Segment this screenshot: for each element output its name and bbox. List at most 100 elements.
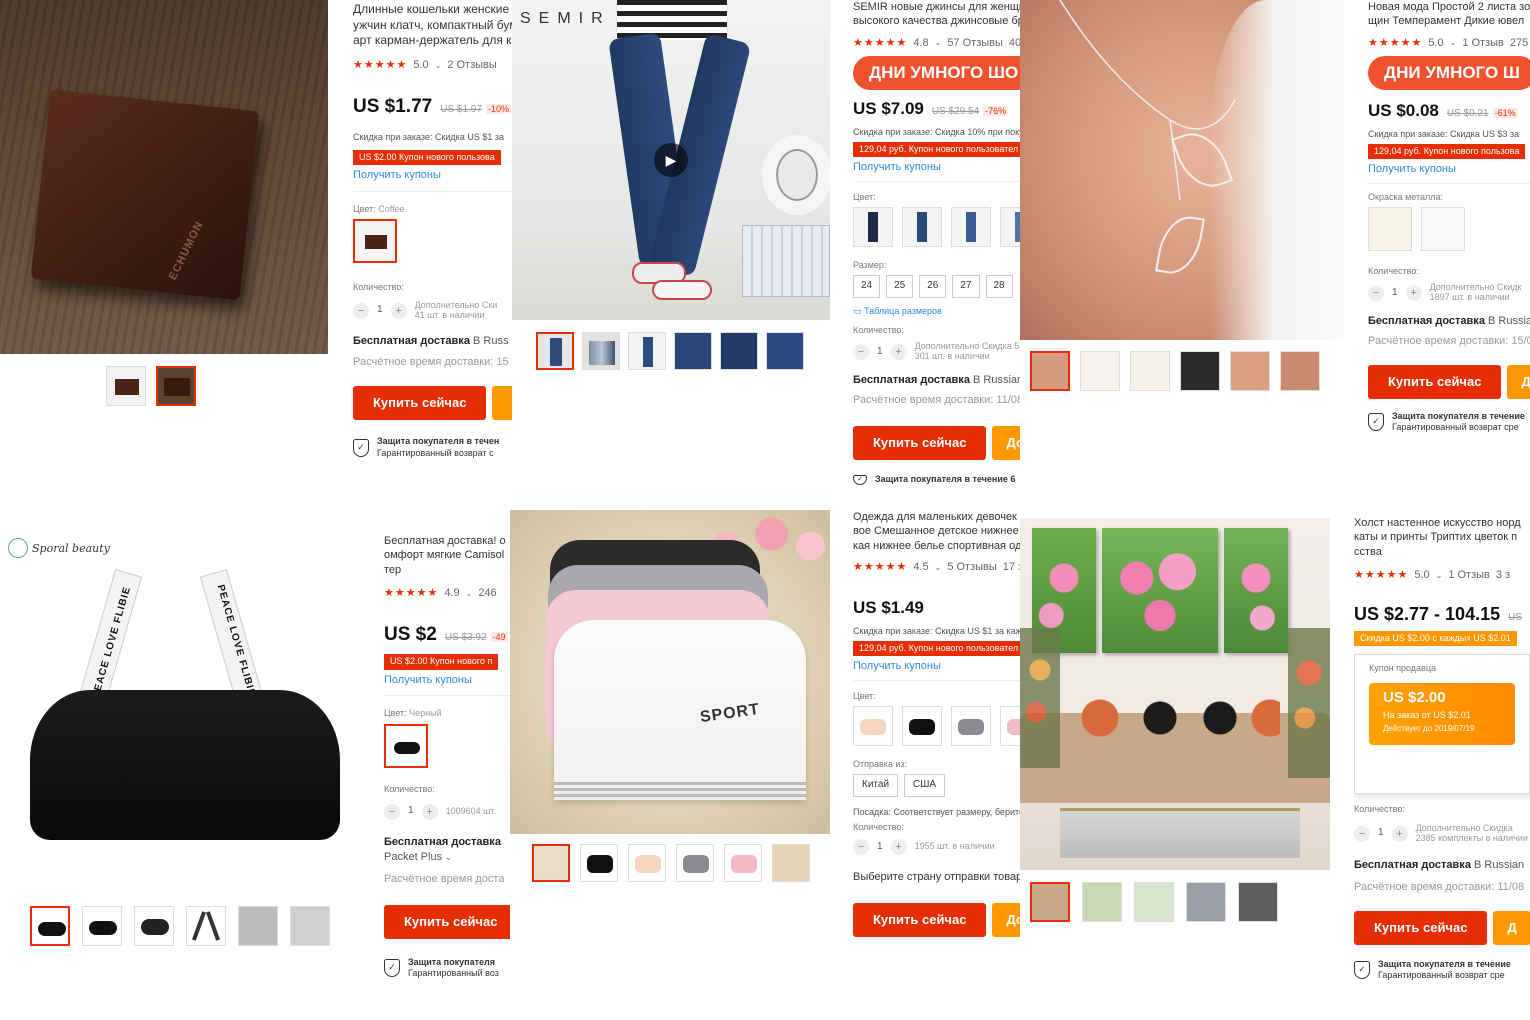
product-image-bra[interactable]: Sporal beauty PEACE LOVE FLIBIE PEACE LO… — [0, 510, 360, 892]
color-swatch-grey[interactable] — [951, 706, 992, 747]
thumbnail-2[interactable] — [580, 844, 618, 882]
chevron-down-icon[interactable]: ⌄ — [1450, 38, 1457, 48]
minus-button[interactable]: − — [853, 839, 869, 856]
reviews-count[interactable]: 1 Отзыв — [1448, 569, 1490, 583]
seller-discount-bar[interactable]: Скидка US $2.00 с каждых US $2.01 — [1354, 631, 1517, 647]
product-title[interactable]: SEMIR новые джинсы для женщин высокого к… — [853, 0, 1020, 29]
chevron-down-icon[interactable]: ⌄ — [935, 563, 942, 573]
play-icon[interactable]: ▶ — [654, 143, 688, 177]
thumbnail-3[interactable] — [628, 844, 666, 882]
seller-coupon-card[interactable]: US $2.00 На заказ от US $2.01 Действует … — [1369, 682, 1515, 745]
product-title[interactable]: Холст настенное искусство норд каты и пр… — [1354, 516, 1530, 559]
thumbnail-1[interactable] — [106, 366, 146, 406]
size-option[interactable]: 25 — [886, 275, 914, 298]
add-to-cart-button[interactable]: Д — [1493, 910, 1530, 946]
buy-now-button[interactable]: Купить сейчас — [853, 425, 987, 460]
color-swatch-3[interactable] — [951, 207, 992, 248]
metal-swatch-gold[interactable] — [1368, 207, 1412, 252]
get-coupons-link[interactable]: Получить купоны — [853, 660, 1020, 674]
new-user-coupon[interactable]: 129,04 руб. Купон нового пользовател — [853, 641, 1020, 657]
thumbnail-4[interactable] — [186, 906, 226, 946]
thumbnail-4[interactable] — [1186, 882, 1226, 922]
buy-now-button[interactable]: Купить сейчас — [853, 903, 987, 938]
quantity-value[interactable]: 1 — [408, 805, 414, 818]
thumbnail-1[interactable] — [532, 844, 570, 882]
color-swatch-2[interactable] — [902, 207, 943, 248]
thumbnail-3[interactable] — [1130, 351, 1170, 391]
reviews-count[interactable]: 2 Отзывы — [447, 59, 496, 73]
thumbnail-6[interactable] — [290, 906, 330, 946]
plus-button[interactable]: + — [1391, 825, 1408, 842]
size-table-link[interactable]: ▭ Таблица размеров — [853, 306, 1020, 317]
ship-from-option[interactable]: Китай — [853, 774, 899, 797]
reviews-count[interactable]: 57 Отзывы — [947, 37, 1003, 51]
reviews-count[interactable]: 1 Отзыв — [1462, 37, 1504, 51]
thumbnail-1[interactable] — [1030, 882, 1070, 922]
thumbnail-6[interactable] — [766, 332, 804, 370]
plus-button[interactable]: + — [890, 839, 907, 856]
plus-button[interactable]: + — [421, 803, 438, 820]
get-coupons-link[interactable]: Получить купоны — [353, 169, 512, 183]
product-title[interactable]: Одежда для маленьких девочек о вое Смеша… — [853, 510, 1020, 553]
product-title[interactable]: Длинные кошельки женские о ужчин клатч, … — [353, 2, 512, 49]
thumbnail-1[interactable] — [536, 332, 574, 370]
quantity-value[interactable]: 1 — [877, 841, 883, 854]
chevron-down-icon[interactable]: ⌄ — [935, 38, 942, 48]
color-swatch-black[interactable] — [902, 706, 943, 747]
quantity-value[interactable]: 1 — [1392, 287, 1398, 300]
plus-button[interactable]: + — [1405, 285, 1422, 302]
quantity-value[interactable]: 1 — [877, 346, 883, 359]
quantity-value[interactable]: 1 — [377, 304, 383, 317]
minus-button[interactable]: − — [1354, 825, 1370, 842]
buy-now-button[interactable]: Купить сейчас — [1354, 910, 1488, 946]
thumbnail-1[interactable] — [1030, 351, 1070, 391]
color-swatch-beige[interactable] — [853, 706, 893, 747]
color-swatch-pink[interactable] — [1000, 706, 1020, 747]
new-user-coupon[interactable]: US $2.00 Купон нового пользова — [353, 149, 501, 165]
new-user-coupon[interactable]: 129,04 руб. Купон нового пользова — [1368, 144, 1526, 160]
minus-button[interactable]: − — [853, 344, 869, 361]
minus-button[interactable]: − — [384, 803, 400, 820]
thumbnail-4[interactable] — [676, 844, 714, 882]
chevron-down-icon[interactable]: ⌄ — [466, 589, 473, 599]
thumbnail-5[interactable] — [720, 332, 758, 370]
thumbnail-4[interactable] — [1180, 351, 1220, 391]
product-title[interactable]: Бесплатная доставка! о омфорт мягкие Cam… — [384, 534, 512, 577]
product-title[interactable]: Новая мода Простой 2 листа зо щин Темпер… — [1368, 0, 1530, 29]
shipping-method[interactable]: Packet Plus ⌄ — [384, 851, 512, 865]
add-to-cart-button[interactable]: Доб — [992, 903, 1020, 938]
product-image-jeans[interactable]: SEMIR ▶ — [512, 0, 830, 320]
color-swatch-4[interactable] — [1000, 207, 1020, 248]
thumbnail-2[interactable] — [582, 332, 620, 370]
product-image-wallet[interactable]: ECHUMON — [0, 0, 328, 354]
thumbnail-5[interactable] — [1238, 882, 1278, 922]
add-to-cart-button[interactable]: Д — [1507, 364, 1530, 399]
buy-now-button[interactable]: Купить сейчас — [1368, 364, 1502, 399]
thumbnail-2[interactable] — [1082, 882, 1122, 922]
thumbnail-4[interactable] — [674, 332, 712, 370]
thumbnail-3[interactable] — [134, 906, 174, 946]
chevron-down-icon[interactable]: ⌄ — [435, 61, 442, 71]
size-option[interactable]: 24 — [853, 275, 881, 298]
buy-now-button[interactable]: Купить сейчас — [353, 386, 487, 421]
plus-button[interactable]: + — [390, 302, 407, 319]
color-swatch-coffee[interactable] — [353, 218, 397, 263]
size-option[interactable]: 28 — [985, 275, 1013, 298]
get-coupons-link[interactable]: Получить купоны — [384, 674, 512, 688]
metal-swatch-silver[interactable] — [1421, 207, 1466, 252]
add-to-cart-button[interactable]: Доба — [992, 425, 1020, 460]
minus-button[interactable]: − — [1368, 285, 1384, 302]
chevron-down-icon[interactable]: ⌄ — [1436, 571, 1443, 581]
thumbnail-5[interactable] — [238, 906, 278, 946]
buy-now-button[interactable]: Купить сейчас — [384, 904, 512, 940]
quantity-value[interactable]: 1 — [1378, 827, 1384, 840]
product-image-kids-tops[interactable]: SPORT — [510, 510, 830, 834]
new-user-coupon[interactable]: US $2.00 Купон нового п — [384, 654, 499, 670]
thumbnail-2[interactable] — [1080, 351, 1120, 391]
add-to-cart-button[interactable] — [492, 386, 512, 421]
thumbnail-6[interactable] — [772, 844, 810, 882]
plus-button[interactable]: + — [890, 344, 907, 361]
thumbnail-5[interactable] — [724, 844, 762, 882]
thumbnail-1[interactable] — [30, 906, 70, 946]
size-option[interactable]: 27 — [952, 275, 980, 298]
